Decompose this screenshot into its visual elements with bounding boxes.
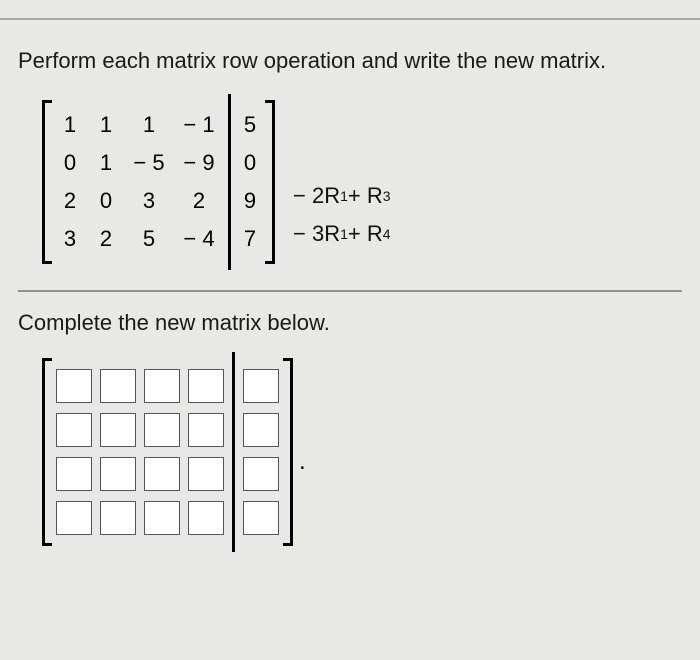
answer-input[interactable] (100, 413, 136, 447)
matrix-cell: 2 (88, 226, 124, 252)
augment-body: 5 0 9 7 (235, 100, 265, 264)
answer-input[interactable] (100, 501, 136, 535)
matrix-cell: − 9 (174, 150, 224, 176)
answer-input[interactable] (56, 413, 92, 447)
bracket-left-icon (42, 100, 52, 264)
given-matrix: 1 1 1 − 1 0 1 − 5 − 9 2 0 3 2 (42, 100, 275, 264)
matrix-body: 1 1 1 − 1 0 1 − 5 − 9 2 0 3 2 (52, 100, 224, 264)
answer-row (52, 496, 228, 540)
period-text: . (299, 448, 306, 546)
matrix-cell: 3 (124, 188, 174, 214)
answer-input[interactable] (144, 369, 180, 403)
matrix-row: 7 (235, 220, 265, 258)
matrix-cell: 2 (52, 188, 88, 214)
bracket-right-icon (283, 358, 293, 546)
answer-input[interactable] (243, 457, 279, 491)
operation-line-2: − 3R1 + R4 (293, 215, 391, 253)
answer-input[interactable] (188, 457, 224, 491)
op-text: − 2R (293, 183, 340, 209)
op-sub: 1 (340, 188, 348, 204)
operation-line-1: − 2R1 + R3 (293, 177, 391, 215)
answer-input[interactable] (243, 413, 279, 447)
matrix-cell: 1 (124, 112, 174, 138)
answer-input[interactable] (243, 501, 279, 535)
answer-input[interactable] (56, 501, 92, 535)
matrix-cell: 0 (52, 150, 88, 176)
op-sub: 3 (383, 188, 391, 204)
answer-row (239, 364, 283, 408)
op-sub: 1 (340, 226, 348, 242)
matrix-cell: 2 (174, 188, 224, 214)
matrix-row: 0 (235, 144, 265, 182)
op-text: + R (348, 221, 383, 247)
answer-input[interactable] (188, 369, 224, 403)
matrix-row: 5 (235, 106, 265, 144)
answer-row (239, 408, 283, 452)
answer-input[interactable] (188, 501, 224, 535)
answer-row (52, 452, 228, 496)
answer-row (52, 408, 228, 452)
matrix-row: 3 2 5 − 4 (52, 220, 224, 258)
op-text: + R (348, 183, 383, 209)
matrix-cell: 1 (88, 150, 124, 176)
matrix-row: 9 (235, 182, 265, 220)
answer-row (239, 452, 283, 496)
matrix-aug-cell: 9 (235, 188, 265, 214)
answer-aug-body (239, 358, 283, 546)
matrix-cell: − 5 (124, 150, 174, 176)
matrix-aug-cell: 0 (235, 150, 265, 176)
augment-bar-icon (232, 352, 235, 552)
complete-instruction: Complete the new matrix below. (18, 310, 682, 336)
op-text: − 3R (293, 221, 340, 247)
answer-matrix (42, 358, 293, 546)
row-operations: − 2R1 + R3 − 3R1 + R4 (293, 111, 391, 253)
answer-input[interactable] (56, 369, 92, 403)
matrix-cell: 1 (88, 112, 124, 138)
matrix-cell: − 1 (174, 112, 224, 138)
answer-input[interactable] (243, 369, 279, 403)
matrix-row: 2 0 3 2 (52, 182, 224, 220)
divider-mid (18, 290, 682, 292)
answer-row (239, 496, 283, 540)
bracket-right-icon (265, 100, 275, 264)
answer-input[interactable] (144, 413, 180, 447)
given-matrix-block: 1 1 1 − 1 0 1 − 5 − 9 2 0 3 2 (42, 100, 682, 264)
answer-input[interactable] (144, 457, 180, 491)
instruction-text: Perform each matrix row operation and wr… (18, 48, 682, 74)
matrix-cell: 5 (124, 226, 174, 252)
answer-input[interactable] (144, 501, 180, 535)
answer-input[interactable] (188, 413, 224, 447)
matrix-aug-cell: 7 (235, 226, 265, 252)
matrix-cell: 3 (52, 226, 88, 252)
answer-row (52, 364, 228, 408)
answer-input[interactable] (100, 457, 136, 491)
answer-body (52, 358, 228, 546)
matrix-row: 0 1 − 5 − 9 (52, 144, 224, 182)
answer-input[interactable] (100, 369, 136, 403)
augment-bar-icon (228, 94, 231, 270)
matrix-aug-cell: 5 (235, 112, 265, 138)
matrix-row: 1 1 1 − 1 (52, 106, 224, 144)
content-area: Perform each matrix row operation and wr… (0, 20, 700, 546)
answer-matrix-block: . (42, 358, 682, 546)
matrix-cell: 1 (52, 112, 88, 138)
matrix-cell: − 4 (174, 226, 224, 252)
bracket-left-icon (42, 358, 52, 546)
matrix-cell: 0 (88, 188, 124, 214)
answer-input[interactable] (56, 457, 92, 491)
op-sub: 4 (383, 226, 391, 242)
